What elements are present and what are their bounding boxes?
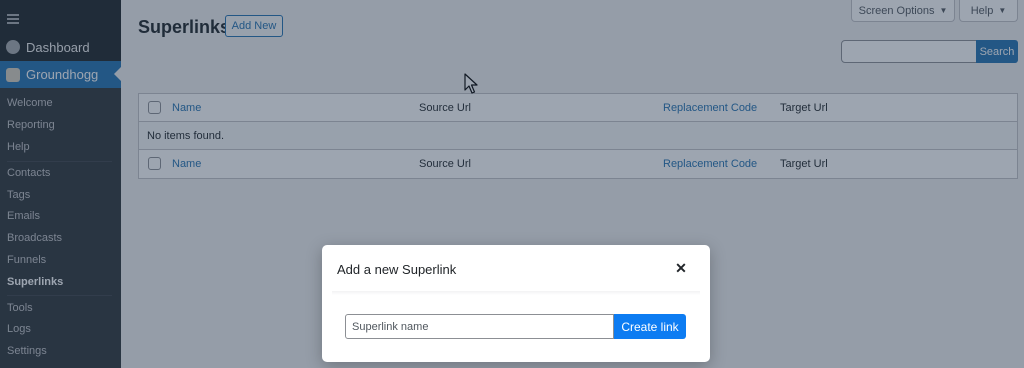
modal-divider [332,291,700,295]
close-icon[interactable]: ✕ [673,260,689,276]
add-superlink-modal: Add a new Superlink ✕ Create link [322,245,710,362]
superlink-name-input[interactable] [345,314,614,339]
modal-title: Add a new Superlink [337,262,457,277]
create-link-button[interactable]: Create link [614,314,686,339]
